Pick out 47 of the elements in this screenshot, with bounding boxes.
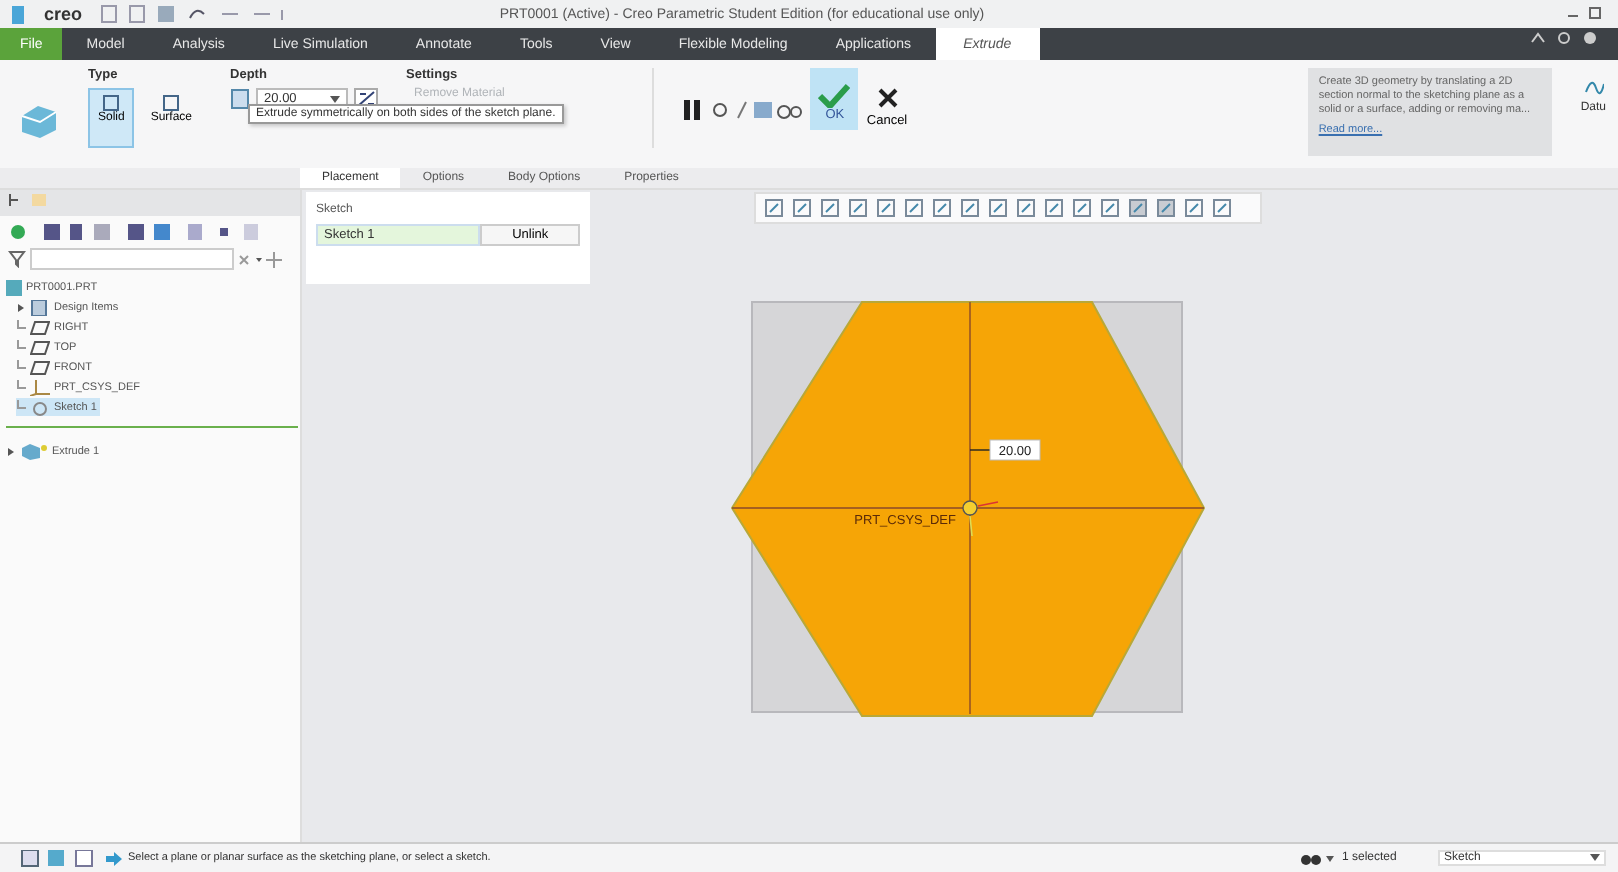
extrude-icon — [16, 100, 60, 140]
caret-icon — [1590, 854, 1600, 862]
csys-marker-icon — [962, 500, 999, 537]
binoculars-icon[interactable] — [1300, 850, 1336, 866]
view-tool-icon[interactable] — [1044, 198, 1066, 218]
sketch-icon — [30, 399, 50, 415]
tree-line-icon — [16, 319, 26, 335]
view-tool-icon[interactable] — [792, 198, 814, 218]
view-tool-icon[interactable] — [988, 198, 1010, 218]
view-tool-icon[interactable] — [764, 198, 786, 218]
tree-line-icon — [16, 399, 26, 415]
view-tool-icon[interactable] — [1156, 198, 1178, 218]
curve-icon[interactable] — [1583, 80, 1604, 96]
view-tool-icon[interactable] — [904, 198, 926, 218]
view-tool-icon[interactable] — [1100, 198, 1122, 218]
view-tool-icon[interactable] — [1212, 198, 1234, 218]
view-tool-icon[interactable] — [820, 198, 842, 218]
tree-line-icon — [16, 379, 26, 395]
part-icon — [6, 279, 22, 295]
checkmark-icon — [818, 84, 851, 108]
filter-icon[interactable] — [8, 250, 26, 268]
view-tool-icon[interactable] — [876, 198, 898, 218]
view-tool-icon[interactable] — [1016, 198, 1038, 218]
extrude-feature-icon — [20, 443, 48, 459]
close-icon — [877, 88, 897, 108]
view-tool-icon[interactable] — [1128, 198, 1150, 218]
expand-arrow-icon[interactable] — [6, 443, 16, 459]
view-tool-icon[interactable] — [1184, 198, 1206, 218]
depth-option-icon[interactable] — [230, 88, 251, 110]
folder-icon — [30, 299, 50, 315]
arrow-icon — [106, 851, 122, 865]
view-tool-icon[interactable] — [1072, 198, 1094, 218]
filter-controls-icon[interactable] — [238, 251, 282, 267]
view-tool-icon[interactable] — [932, 198, 954, 218]
tree-line-icon — [16, 339, 26, 355]
expand-arrow-icon[interactable] — [16, 299, 26, 315]
tree-filter-field[interactable] — [30, 248, 234, 270]
tree-line-icon — [16, 359, 26, 375]
window-controls-icon[interactable] — [1566, 6, 1606, 22]
preview-controls-icon[interactable] — [682, 96, 803, 124]
view-tool-icon[interactable] — [848, 198, 870, 218]
square-icon — [161, 94, 182, 112]
dimension-box[interactable] — [989, 439, 1041, 461]
view-tool-icon[interactable] — [960, 198, 982, 218]
square-icon — [101, 94, 122, 112]
leader-line — [969, 449, 991, 451]
coordinate-system-icon — [30, 379, 50, 395]
